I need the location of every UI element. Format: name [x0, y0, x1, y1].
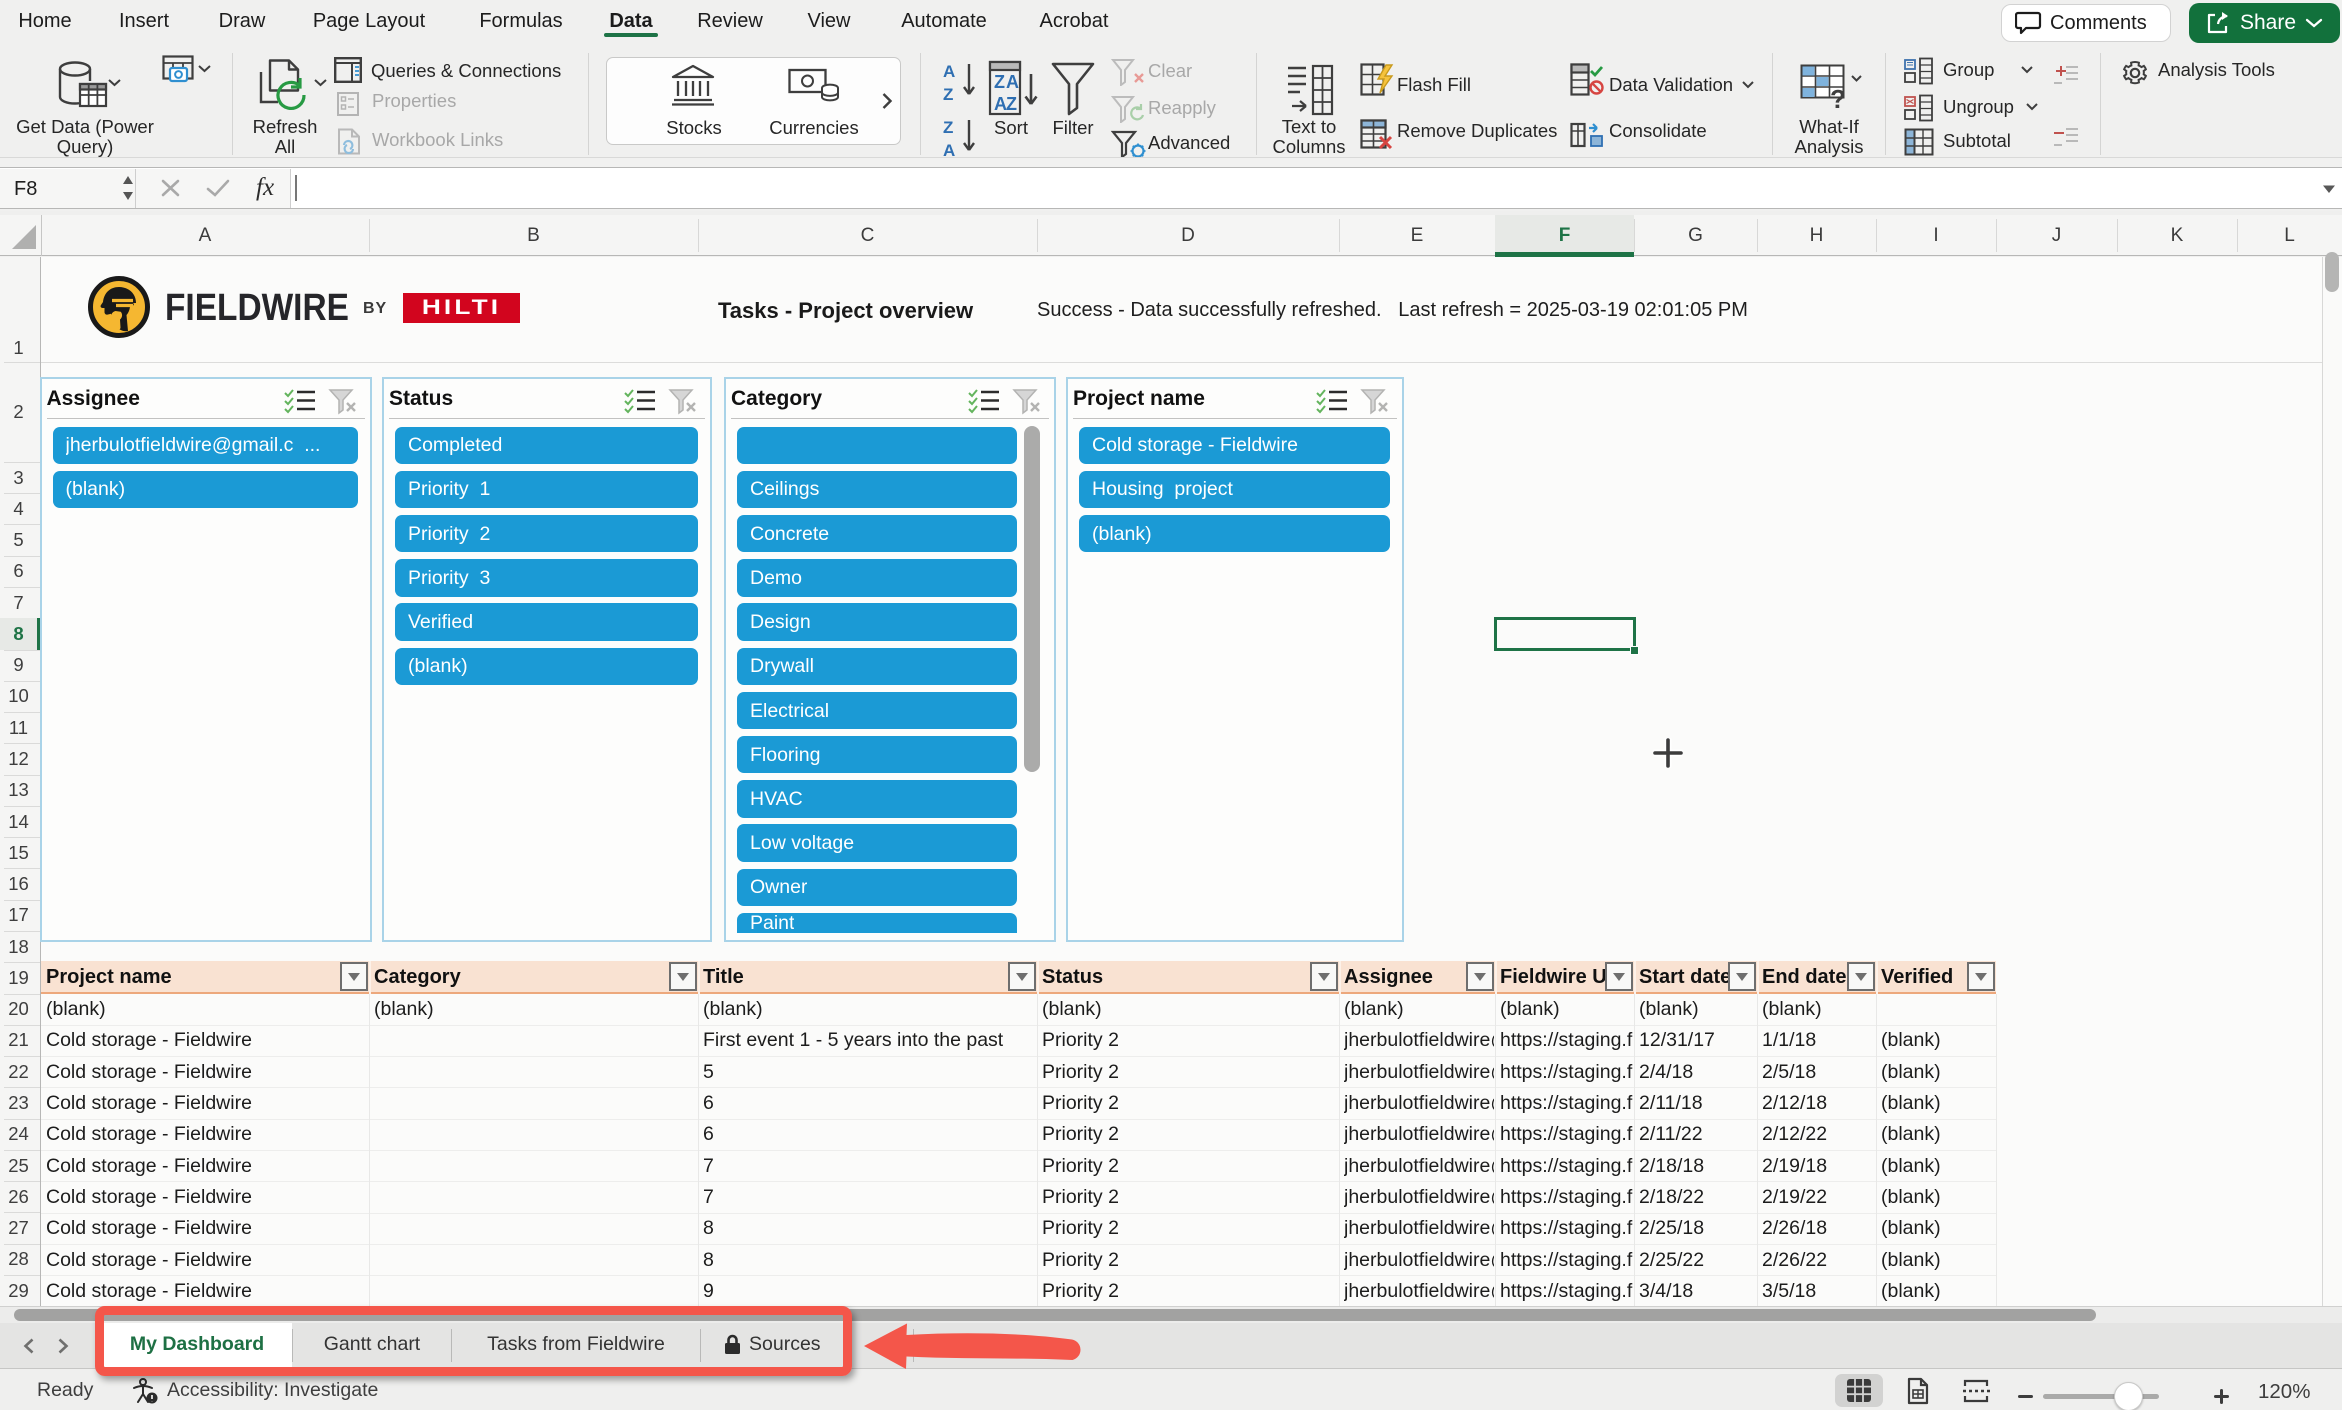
svg-text:A: A — [943, 62, 955, 81]
svg-text:A: A — [1006, 72, 1019, 92]
svg-text:Z: Z — [994, 72, 1005, 92]
svg-text:Z: Z — [943, 85, 953, 104]
svg-text:Z: Z — [1006, 94, 1017, 114]
svg-text:Z: Z — [943, 118, 953, 137]
svg-text:A: A — [943, 141, 955, 158]
svg-text:?: ? — [1830, 84, 1846, 110]
